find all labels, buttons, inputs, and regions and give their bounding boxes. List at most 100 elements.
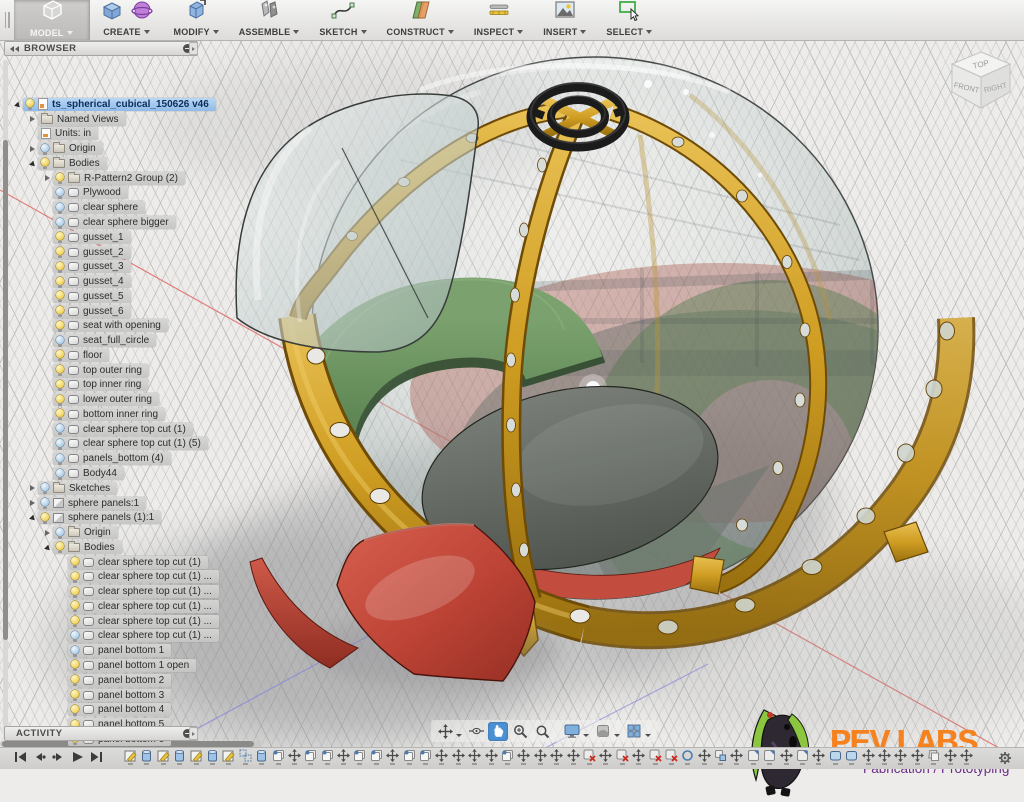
browser-tree-row[interactable]: sphere panels:1: [12, 496, 219, 511]
timeline-feature-sketch-icon[interactable]: [190, 749, 203, 765]
timeline-feature-extrude-icon[interactable]: [255, 749, 268, 765]
browser-scrollbar[interactable]: [3, 60, 8, 732]
tree-item[interactable]: ts_spherical_cubical_150626 v46: [23, 98, 216, 111]
browser-tree-row[interactable]: gusset_5: [12, 289, 219, 304]
tree-item[interactable]: clear sphere top cut (1) ...: [68, 629, 219, 642]
expand-arrow-icon[interactable]: [27, 146, 38, 152]
tree-item[interactable]: panel bottom 1 open: [68, 659, 196, 672]
viewport-3d[interactable]: TOP FRONT RIGHT PEV LABS Fabrication / P…: [0, 40, 1024, 768]
browser-panel-handle[interactable]: [189, 42, 198, 55]
timeline-feature-copy-icon[interactable]: [304, 749, 317, 765]
timeline-feature-sketch-icon[interactable]: [124, 749, 137, 765]
tree-item[interactable]: Named Views: [38, 113, 126, 126]
chevron-down-icon[interactable]: [144, 30, 150, 34]
expand-arrow-icon[interactable]: [27, 500, 38, 506]
visibility-bulb-icon[interactable]: [56, 247, 64, 257]
visibility-bulb-icon[interactable]: [71, 572, 79, 582]
viewcube[interactable]: TOP FRONT RIGHT: [942, 42, 1020, 116]
tree-item[interactable]: Body44: [53, 467, 124, 480]
tree-item[interactable]: clear sphere top cut (1) ...: [68, 570, 219, 583]
browser-tree-row[interactable]: clear sphere top cut (1) (5): [12, 437, 219, 452]
timeline-feature-delete-icon[interactable]: [583, 749, 596, 765]
chevron-down-icon[interactable]: [213, 30, 219, 34]
visibility-bulb-icon[interactable]: [71, 660, 79, 670]
assemble-joint-icon[interactable]: [257, 0, 281, 27]
toolbar-group-select[interactable]: SELECT: [596, 0, 662, 40]
tree-item[interactable]: Plywood: [53, 186, 128, 199]
timeline-feature-sketch-icon[interactable]: [222, 749, 235, 765]
browser-tree-row[interactable]: top outer ring: [12, 363, 219, 378]
model-cube-icon[interactable]: [36, 0, 66, 28]
browser-tree-row[interactable]: gusset_3: [12, 259, 219, 274]
pan-icon[interactable]: [488, 722, 508, 741]
tree-item[interactable]: clear sphere: [53, 201, 145, 214]
visibility-bulb-icon[interactable]: [71, 690, 79, 700]
tree-item[interactable]: top inner ring: [53, 378, 148, 391]
visibility-bulb-icon[interactable]: [56, 528, 64, 538]
browser-tree-row[interactable]: panel bottom 2: [12, 673, 219, 688]
timeline-feature-sketch-icon[interactable]: [157, 749, 170, 765]
timeline-feature-delete-icon[interactable]: [616, 749, 629, 765]
visibility-bulb-icon[interactable]: [71, 587, 79, 597]
tree-item[interactable]: gusset_3: [53, 260, 131, 273]
browser-tree-row[interactable]: lower outer ring: [12, 392, 219, 407]
display-icon[interactable]: [562, 722, 582, 741]
toolbar-group-construct[interactable]: CONSTRUCT: [377, 0, 464, 40]
chevron-down-icon[interactable]: [67, 31, 73, 35]
visibility-bulb-icon[interactable]: [71, 675, 79, 685]
timeline-feature-copy-icon[interactable]: [501, 749, 514, 765]
browser-tree-row[interactable]: clear sphere top cut (1) ...: [12, 584, 219, 599]
inspect-measure-icon[interactable]: [487, 0, 511, 27]
timeline-feature-copy-icon[interactable]: [272, 749, 285, 765]
toolbar-group-model[interactable]: MODEL: [14, 0, 90, 40]
tree-item[interactable]: top outer ring: [53, 364, 149, 377]
expand-arrow-icon[interactable]: [42, 545, 53, 550]
timeline-feature-move-icon[interactable]: [567, 749, 580, 765]
chevron-down-icon[interactable]: [614, 734, 620, 737]
browser-tree-row[interactable]: Origin: [12, 525, 219, 540]
visibility-bulb-icon[interactable]: [56, 306, 64, 316]
timeline-feature-circle-icon[interactable]: [681, 749, 694, 765]
tree-item[interactable]: lower outer ring: [53, 393, 159, 406]
tree-item[interactable]: Units: in: [38, 127, 98, 140]
tree-item[interactable]: floor: [53, 349, 109, 362]
tree-item[interactable]: clear sphere top cut (1): [68, 556, 208, 569]
expand-arrow-icon[interactable]: [27, 161, 38, 166]
tree-item[interactable]: Sketches: [38, 482, 117, 495]
visibility-bulb-icon[interactable]: [71, 601, 79, 611]
tree-item[interactable]: clear sphere top cut (1): [53, 423, 193, 436]
visibility-bulb-icon[interactable]: [56, 350, 64, 360]
tree-item[interactable]: Bodies: [38, 157, 107, 170]
timeline-feature-move-icon[interactable]: [944, 749, 957, 765]
timeline-feature-move-icon[interactable]: [862, 749, 875, 765]
visibility-bulb-icon[interactable]: [56, 321, 64, 331]
chevron-down-icon[interactable]: [580, 30, 586, 34]
sketch-spline-icon[interactable]: [331, 0, 355, 27]
timeline-feature-move-icon[interactable]: [517, 749, 530, 765]
tree-item[interactable]: bottom inner ring: [53, 408, 165, 421]
browser-tree-row[interactable]: panels_bottom (4): [12, 451, 219, 466]
browser-tree-row[interactable]: seat with opening: [12, 318, 219, 333]
timeline-feature-move-icon[interactable]: [337, 749, 350, 765]
browser-tree-row[interactable]: Plywood: [12, 186, 219, 201]
browser-tree-row[interactable]: clear sphere bigger: [12, 215, 219, 230]
visibility-bulb-icon[interactable]: [26, 99, 34, 109]
browser-tree-row[interactable]: Bodies: [12, 156, 219, 171]
visibility-bulb-icon[interactable]: [41, 144, 49, 154]
chevron-down-icon[interactable]: [448, 30, 454, 34]
timeline-feature-delete-icon[interactable]: [649, 749, 662, 765]
expand-arrow-icon[interactable]: [27, 485, 38, 491]
browser-tree-row[interactable]: bottom inner ring: [12, 407, 219, 422]
timeline-feature-copy-icon[interactable]: [353, 749, 366, 765]
browser-tree-row[interactable]: seat_full_circle: [12, 333, 219, 348]
timeline-feature-move-icon[interactable]: [288, 749, 301, 765]
visibility-bulb-icon[interactable]: [56, 173, 64, 183]
timeline-feature-move-icon[interactable]: [468, 749, 481, 765]
visibility-bulb-icon[interactable]: [56, 232, 64, 242]
visibility-bulb-icon[interactable]: [56, 454, 64, 464]
insert-image-icon[interactable]: [553, 0, 577, 27]
browser-tree-row[interactable]: panel bottom 1 open: [12, 658, 219, 673]
chevron-down-icon[interactable]: [645, 734, 651, 737]
modify-presspull-icon[interactable]: [184, 0, 208, 27]
timeline-feature-move-icon[interactable]: [435, 749, 448, 765]
